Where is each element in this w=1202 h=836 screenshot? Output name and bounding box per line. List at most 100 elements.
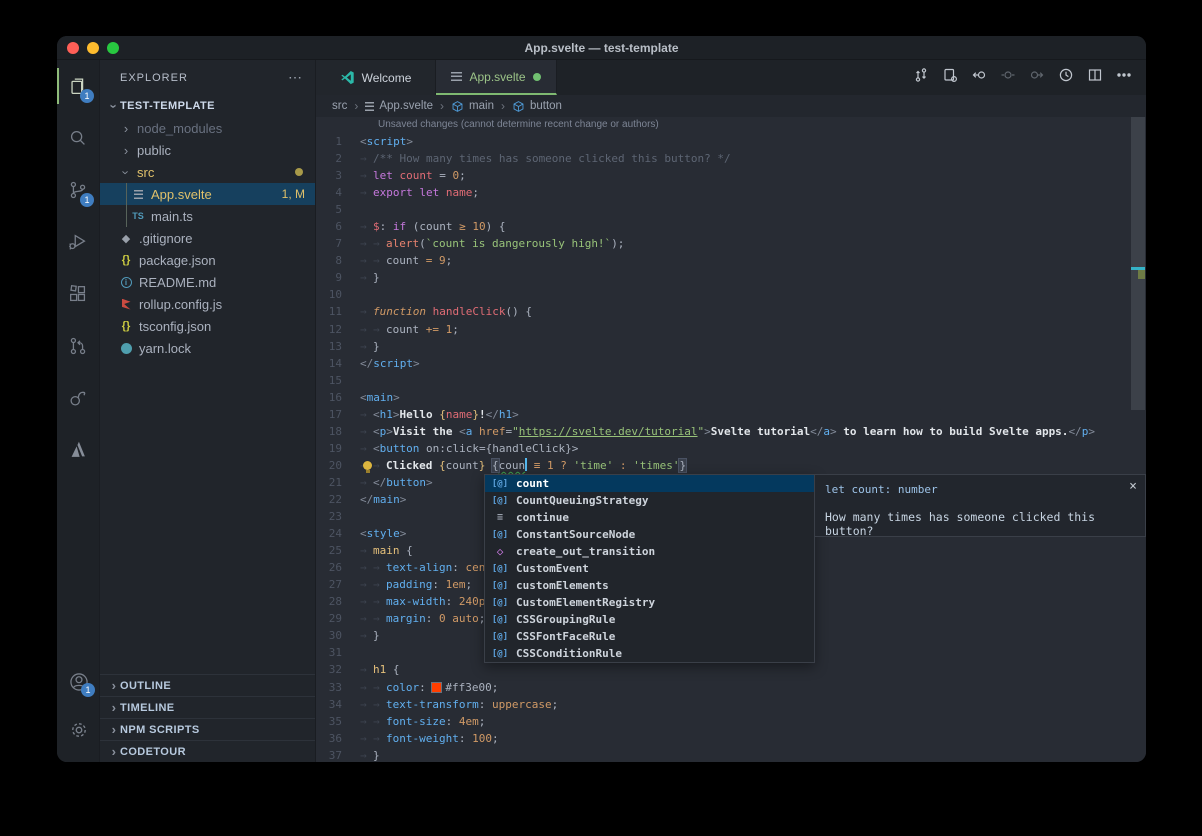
code-line-2[interactable]: 2→/** How many times has someone clicked…	[316, 150, 1146, 167]
sidebar-item-extensions[interactable]	[57, 268, 99, 320]
explorer-item--gitignore[interactable]: ◆.gitignore	[100, 227, 315, 249]
code-line-12[interactable]: 12→→count += 1;	[316, 321, 1146, 338]
suggestion-item[interactable]: [@]CustomElementRegistry	[485, 594, 814, 611]
suggestion-item[interactable]: ≡continue	[485, 509, 814, 526]
suggestion-item[interactable]: [@]CSSGroupingRule	[485, 611, 814, 628]
code-line-37[interactable]: 37→}	[316, 747, 1146, 762]
code-line-8[interactable]: 8→→count = 9;	[316, 252, 1146, 269]
suggestion-item[interactable]: [@]CSSFontFaceRule	[485, 628, 814, 645]
code-line-14[interactable]: 14</script>	[316, 355, 1146, 372]
sidebar-panel-npm-scripts[interactable]: ›NPM SCRIPTS	[100, 718, 315, 740]
code-line-18[interactable]: 18→<p>Visit the <a href="https://svelte.…	[316, 423, 1146, 440]
code-line-7[interactable]: 7→→alert(`count is dangerously high!`);	[316, 235, 1146, 252]
symbol-variable-icon: [@]	[490, 649, 510, 659]
sidebar-item-azure[interactable]	[57, 424, 99, 476]
code-line-19[interactable]: 19→<button on:click={handleClick}>	[316, 440, 1146, 457]
current-change-button[interactable]	[1000, 67, 1016, 88]
next-change-button[interactable]	[1029, 67, 1045, 88]
zoom-window-button[interactable]	[107, 42, 119, 54]
tab-whitespace: →	[360, 440, 373, 457]
codelens-annotation[interactable]: Unsaved changes (cannot determine recent…	[316, 117, 1146, 133]
code-line-9[interactable]: 9→}	[316, 269, 1146, 286]
code-line-1[interactable]: 1<script>	[316, 133, 1146, 150]
open-changes-button[interactable]	[942, 67, 958, 88]
sidebar-item-search[interactable]	[57, 112, 99, 164]
explorer-item-src[interactable]: ›src	[100, 161, 315, 183]
tab-welcome[interactable]: Welcome	[316, 60, 436, 95]
sidebar-panel-codetour[interactable]: ›CODETOUR	[100, 740, 315, 762]
explorer-item-yarn-lock[interactable]: yarn.lock	[100, 337, 315, 359]
sidebar-item-live-share[interactable]	[57, 372, 99, 424]
sidebar-item-explorer[interactable]: 1	[57, 60, 99, 112]
code-line-5[interactable]: 5	[316, 201, 1146, 218]
editor-scrollbar[interactable]	[1131, 117, 1145, 410]
file-name: public	[137, 143, 171, 158]
suggestion-item[interactable]: [@]customElements	[485, 577, 814, 594]
explorer-item-readme-md[interactable]: iREADME.md	[100, 271, 315, 293]
explorer-item-package-json[interactable]: {}package.json	[100, 249, 315, 271]
code-line-35[interactable]: 35→→font-size: 4em;	[316, 713, 1146, 730]
close-icon[interactable]: ×	[1129, 479, 1137, 494]
more-actions-button[interactable]	[1116, 67, 1132, 88]
line-number: 23	[316, 508, 360, 525]
suggestion-item[interactable]: [@]CustomEvent	[485, 560, 814, 577]
line-number: 2	[316, 150, 360, 167]
code-line-17[interactable]: 17→<h1>Hello {name}!</h1>	[316, 406, 1146, 423]
suggestion-item[interactable]: [@]ConstantSourceNode	[485, 526, 814, 543]
sidebar-panel-timeline[interactable]: ›TIMELINE	[100, 696, 315, 718]
code-line-content: →→count = 9;	[360, 252, 452, 269]
breadcrumb-item-file[interactable]: App.svelte	[365, 100, 433, 112]
code-editor[interactable]: Unsaved changes (cannot determine recent…	[316, 117, 1146, 762]
title-bar[interactable]: App.svelte — test-template	[57, 36, 1146, 60]
code-line-33[interactable]: 33→→color: #ff3e00;	[316, 679, 1146, 696]
split-editor-icon	[1087, 67, 1103, 83]
sidebar-item-run-debug[interactable]	[57, 216, 99, 268]
code-line-16[interactable]: 16<main>	[316, 389, 1146, 406]
sidebar-panel-outline[interactable]: ›OUTLINE	[100, 674, 315, 696]
explorer-item-rollup-config-js[interactable]: rollup.config.js	[100, 293, 315, 315]
lightbulb-icon[interactable]	[363, 461, 372, 470]
accounts-button[interactable]: 1	[57, 658, 100, 706]
code-line-15[interactable]: 15	[316, 372, 1146, 389]
code-line-4[interactable]: 4→export let name;	[316, 184, 1146, 201]
explorer-item-app-svelte[interactable]: App.svelte1, M	[100, 183, 315, 205]
suggestion-item[interactable]: [@]CSSConditionRule	[485, 645, 814, 662]
explorer-more-actions-button[interactable]: ⋯	[288, 69, 303, 86]
split-editor-button[interactable]	[1087, 67, 1103, 88]
source-control-compare-button[interactable]	[913, 67, 929, 88]
code-line-3[interactable]: 3→let count = 0;	[316, 167, 1146, 184]
explorer-item-tsconfig-json[interactable]: {}tsconfig.json	[100, 315, 315, 337]
file-history-button[interactable]	[1058, 67, 1074, 88]
suggestion-item[interactable]: ◇create_out_transition	[485, 543, 814, 560]
code-line-20[interactable]: 20→→Clicked {count} {coun ≡ 1 ? 'time' :…	[316, 457, 1146, 474]
breadcrumb-item-main[interactable]: main	[451, 100, 494, 113]
code-line-6[interactable]: 6→$: if (count ≥ 10) {	[316, 218, 1146, 235]
code-line-content: →→text-transform: uppercase;	[360, 696, 558, 713]
tab-whitespace: →	[360, 661, 373, 678]
breadcrumb-item-src[interactable]: src	[332, 100, 347, 112]
tab-app-svelte[interactable]: App.svelte	[436, 60, 557, 95]
workspace-root-row[interactable]: › TEST-TEMPLATE	[100, 95, 315, 117]
explorer-item-main-ts[interactable]: TSmain.ts	[100, 205, 315, 227]
suggestion-item[interactable]: [@]CountQueuingStrategy	[485, 492, 814, 509]
breadcrumb-item-button[interactable]: button	[512, 100, 562, 113]
suggestion-label: CustomEvent	[516, 562, 589, 575]
tab-whitespace: →	[360, 713, 373, 730]
sidebar-item-github-pull-requests[interactable]	[57, 320, 99, 372]
sidebar-item-source-control[interactable]: 1	[57, 164, 99, 216]
settings-button[interactable]	[57, 706, 100, 754]
code-line-11[interactable]: 11→function handleClick() {	[316, 303, 1146, 320]
code-line-10[interactable]: 10	[316, 286, 1146, 303]
explorer-item-node-modules[interactable]: ›node_modules	[100, 117, 315, 139]
previous-change-button[interactable]	[971, 67, 987, 88]
close-window-button[interactable]	[67, 42, 79, 54]
explorer-item-public[interactable]: ›public	[100, 139, 315, 161]
code-line-34[interactable]: 34→→text-transform: uppercase;	[316, 696, 1146, 713]
minimize-window-button[interactable]	[87, 42, 99, 54]
suggestion-item[interactable]: [@]count	[485, 475, 814, 492]
suggestion-label: count	[516, 477, 549, 490]
code-line-36[interactable]: 36→→font-weight: 100;	[316, 730, 1146, 747]
code-line-13[interactable]: 13→}	[316, 338, 1146, 355]
code-line-32[interactable]: 32→h1 {	[316, 661, 1146, 678]
file-name: rollup.config.js	[139, 297, 222, 312]
